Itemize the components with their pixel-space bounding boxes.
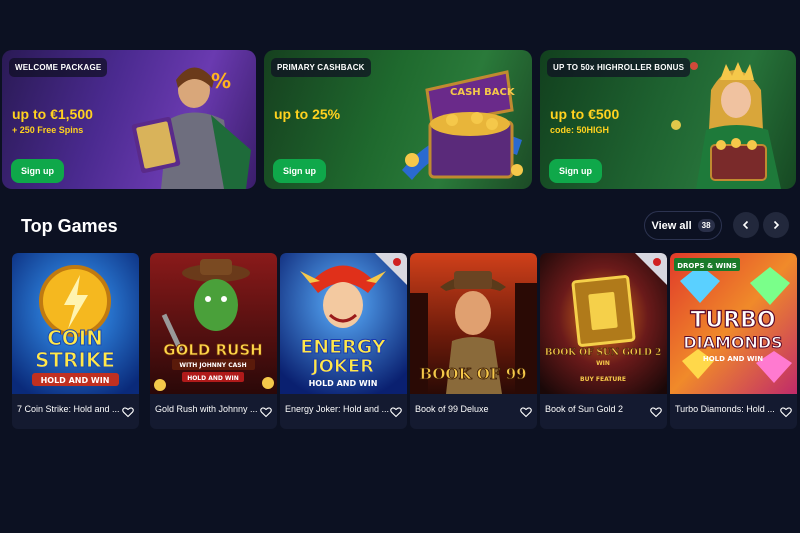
game-name[interactable]: Book of Sun Gold 2 [545, 404, 650, 414]
section-title: Top Games [21, 216, 118, 236]
cashback-art-text: CASH BACK [450, 87, 516, 98]
game-name[interactable]: Energy Joker: Hold and ... [285, 404, 390, 414]
promo-badge: UP TO 50x HIGHROLLER BONUS [547, 58, 691, 77]
svg-text:COIN: COIN [47, 326, 103, 350]
game-card[interactable]: ENERGY JOKER HOLD AND WIN Energy Joker: … [280, 253, 407, 429]
svg-text:HOLD AND WIN: HOLD AND WIN [703, 355, 763, 363]
svg-text:GOLD RUSH: GOLD RUSH [163, 341, 262, 359]
game-card[interactable]: COIN STRIKE HOLD AND WIN 7 Coin Strike: … [12, 253, 139, 429]
heart-icon[interactable] [650, 406, 662, 418]
knight-illustration: % [131, 67, 251, 189]
game-name[interactable]: Gold Rush with Johnny ... [155, 404, 260, 414]
view-all-button[interactable]: View all 38 [644, 211, 722, 240]
game-thumbnail[interactable]: COIN STRIKE HOLD AND WIN [12, 253, 139, 394]
promo-banners: % WELCOME PACKAGE up to €1,500 + 250 Fre… [2, 50, 796, 189]
signup-button[interactable]: Sign up [11, 159, 64, 183]
game-card[interactable]: DROPS & WINS TURBO DIAMONDS HOLD AND WIN… [670, 253, 797, 429]
game-card[interactable]: BOOK OF SUN GOLD 2 WIN BUY FEATURE Book … [540, 253, 667, 429]
game-thumbnail[interactable]: DROPS & WINS TURBO DIAMONDS HOLD AND WIN [670, 253, 797, 394]
heart-icon[interactable] [390, 406, 402, 418]
promo-badge: WELCOME PACKAGE [9, 58, 108, 77]
svg-text:BOOK OF SUN GOLD 2: BOOK OF SUN GOLD 2 [545, 348, 662, 358]
promo-subtext: + 250 Free Spins [12, 125, 84, 135]
heart-icon[interactable] [520, 406, 532, 418]
signup-button[interactable]: Sign up [273, 159, 326, 183]
game-name[interactable]: Turbo Diamonds: Hold ... [675, 404, 780, 414]
svg-text:HOLD AND WIN: HOLD AND WIN [309, 379, 378, 388]
game-name[interactable]: 7 Coin Strike: Hold and ... [17, 404, 122, 414]
promo-primary-cashback[interactable]: CASH BACK PRIMARY CASHBACK up to 25% Sig… [264, 50, 532, 189]
games-carousel: COIN STRIKE HOLD AND WIN 7 Coin Strike: … [12, 253, 800, 430]
carousel-next-button[interactable] [763, 212, 789, 238]
game-name[interactable]: Book of 99 Deluxe [415, 404, 520, 414]
promo-offer: up to €1,500 [12, 106, 93, 122]
svg-text:BOOK OF 99: BOOK OF 99 [419, 365, 526, 383]
treasure-chest-illustration: CASH BACK [402, 70, 523, 180]
svg-text:HOLD AND WIN: HOLD AND WIN [187, 375, 239, 382]
carousel-prev-button[interactable] [733, 212, 759, 238]
promo-welcome-package[interactable]: % WELCOME PACKAGE up to €1,500 + 250 Fre… [2, 50, 256, 189]
svg-text:BUY FEATURE: BUY FEATURE [580, 376, 626, 383]
svg-text:WITH JOHNNY CASH: WITH JOHNNY CASH [179, 362, 246, 369]
view-all-label: View all [651, 219, 692, 232]
signup-button[interactable]: Sign up [549, 159, 602, 183]
chevron-left-icon [742, 220, 749, 230]
svg-text:STRIKE: STRIKE [35, 348, 115, 372]
heart-icon[interactable] [260, 406, 272, 418]
svg-text:TURBO: TURBO [690, 308, 775, 333]
svg-text:DROPS & WINS: DROPS & WINS [677, 262, 737, 270]
heart-icon[interactable] [780, 406, 792, 418]
svg-text:DIAMONDS: DIAMONDS [683, 333, 782, 352]
chevron-right-icon [773, 220, 780, 230]
game-thumbnail[interactable]: BOOK OF SUN GOLD 2 WIN BUY FEATURE [540, 253, 667, 394]
game-thumbnail[interactable]: ENERGY JOKER HOLD AND WIN [280, 253, 407, 394]
promo-offer: up to 25% [274, 106, 341, 122]
game-card[interactable]: BOOK OF 99 Book of 99 Deluxe [410, 253, 537, 429]
svg-text:%: % [211, 69, 231, 93]
svg-text:WIN: WIN [596, 360, 610, 367]
promo-badge: PRIMARY CASHBACK [271, 58, 371, 77]
heart-icon[interactable] [122, 406, 134, 418]
promo-subtext: code: 50HIGH [550, 125, 610, 135]
game-thumbnail[interactable]: GOLD RUSH WITH JOHNNY CASH HOLD AND WIN [150, 253, 277, 394]
game-card[interactable]: GOLD RUSH WITH JOHNNY CASH HOLD AND WIN … [150, 253, 277, 429]
game-thumbnail[interactable]: BOOK OF 99 [410, 253, 537, 394]
promo-highroller-bonus[interactable]: UP TO 50x HIGHROLLER BONUS up to €500 co… [540, 50, 796, 189]
promo-offer: up to €500 [550, 106, 620, 122]
games-count-badge: 38 [697, 219, 715, 232]
svg-text:HOLD AND WIN: HOLD AND WIN [41, 376, 110, 385]
svg-text:JOKER: JOKER [310, 356, 374, 377]
svg-text:ENERGY: ENERGY [300, 336, 386, 358]
